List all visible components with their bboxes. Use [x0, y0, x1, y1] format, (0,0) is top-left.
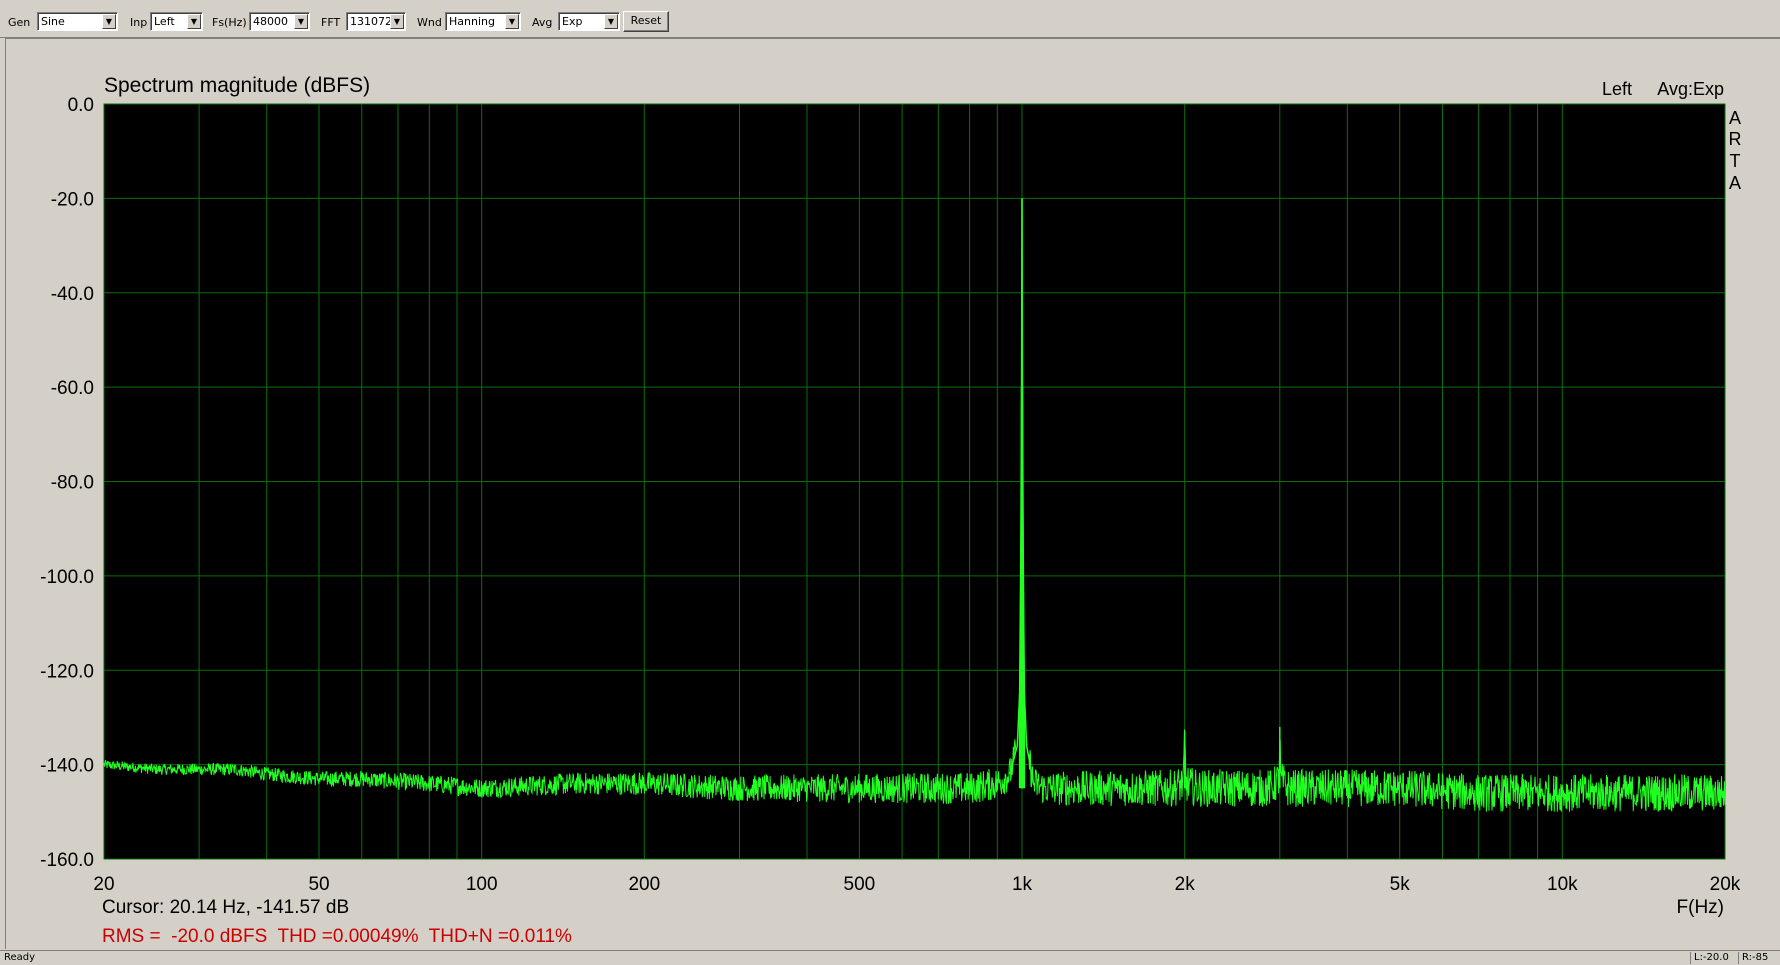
y-tick-label: -160.0 [40, 850, 94, 871]
measurement-readout: RMS = -20.0 dBFS THD =0.00049% THD+N =0.… [102, 926, 572, 947]
x-tick-label: 20k [1710, 874, 1741, 895]
y-tick-label: -20.0 [51, 189, 94, 210]
y-tick-label: -80.0 [51, 473, 94, 494]
x-tick-label: 200 [628, 874, 660, 895]
brand-letter-r: R [1729, 129, 1742, 149]
y-tick-label: -100.0 [40, 567, 94, 588]
spectrum-chart[interactable]: 0.0 -20.0 -40.0 -60.0 -80.0 -100.0 -120.0 -140.… [0, 0, 1780, 950]
y-tick-label: -140.0 [40, 756, 94, 777]
status-pane-right-level: R:-85 [1738, 952, 1780, 964]
x-tick-label: 1k [1012, 874, 1033, 895]
channel-label: Left [1602, 79, 1632, 99]
chart-title: Spectrum magnitude (dBFS) [104, 74, 370, 97]
y-tick-label: -60.0 [51, 378, 94, 399]
x-tick-label: 10k [1547, 874, 1578, 895]
y-tick-label: 0.0 [68, 95, 94, 116]
status-pane-left-level: L:-20.0 [1690, 952, 1738, 964]
x-tick-label: 50 [308, 874, 329, 895]
brand-letter-t: T [1730, 151, 1741, 171]
x-tick-label: 5k [1390, 874, 1411, 895]
x-tick-label: 500 [844, 874, 876, 895]
y-tick-label: -40.0 [51, 284, 94, 305]
x-tick-label: 2k [1175, 874, 1196, 895]
y-tick-label: -120.0 [40, 661, 94, 682]
x-tick-label: 20 [93, 874, 114, 895]
status-text: Ready [4, 952, 36, 963]
x-axis-label: F(Hz) [1677, 897, 1724, 918]
brand-letter-a2: A [1729, 173, 1741, 193]
status-bar: Ready L:-20.0 R:-85 [0, 950, 1780, 965]
x-tick-label: 100 [466, 874, 498, 895]
cursor-readout: Cursor: 20.14 Hz, -141.57 dB [102, 897, 349, 918]
brand-letter-a: A [1729, 108, 1741, 128]
avg-mode-label: Avg:Exp [1657, 79, 1724, 99]
